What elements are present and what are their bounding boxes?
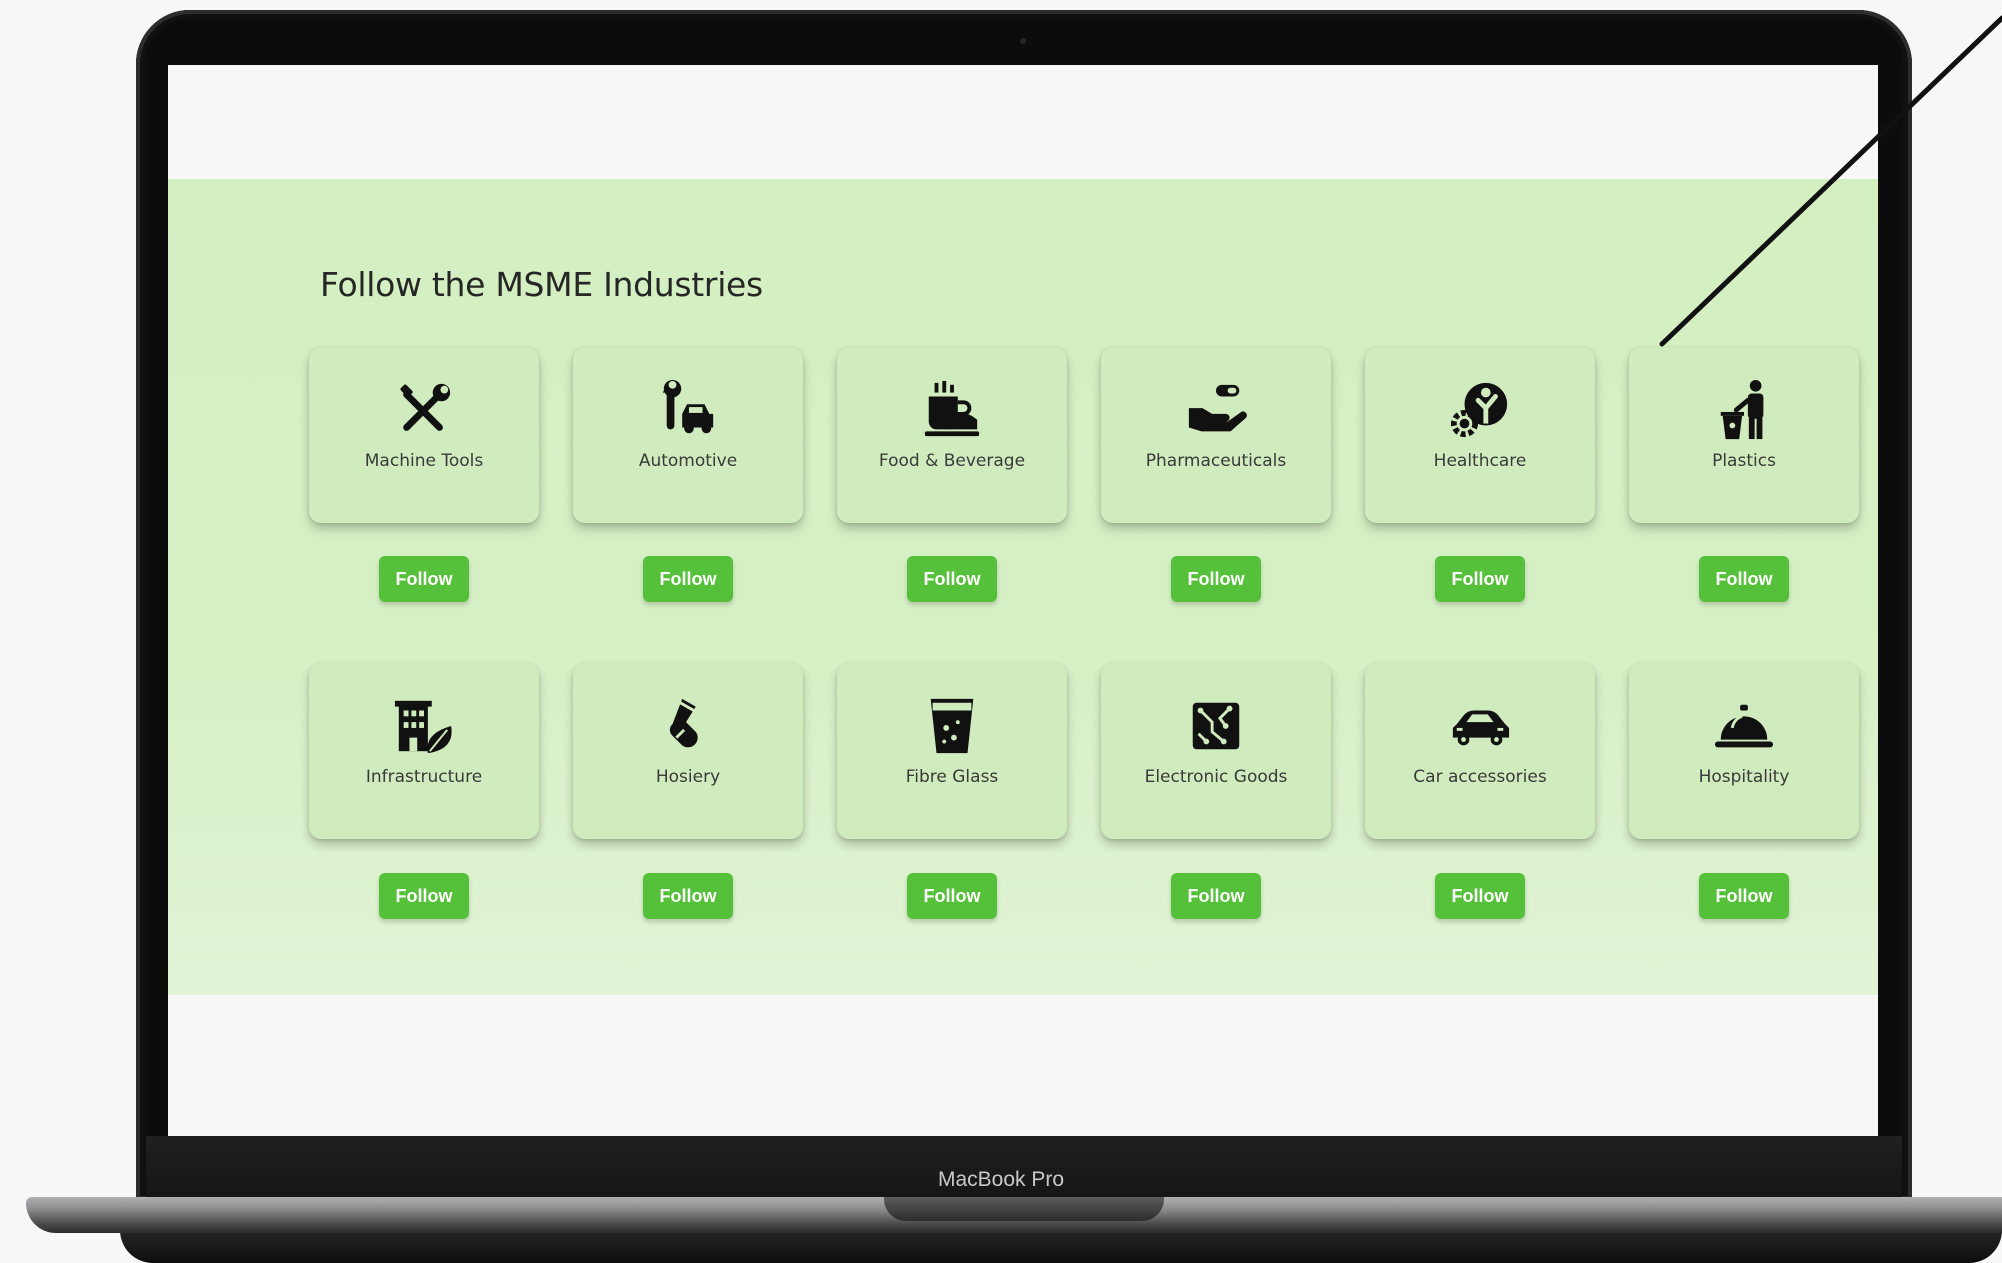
pointer-line bbox=[1659, 15, 2002, 347]
